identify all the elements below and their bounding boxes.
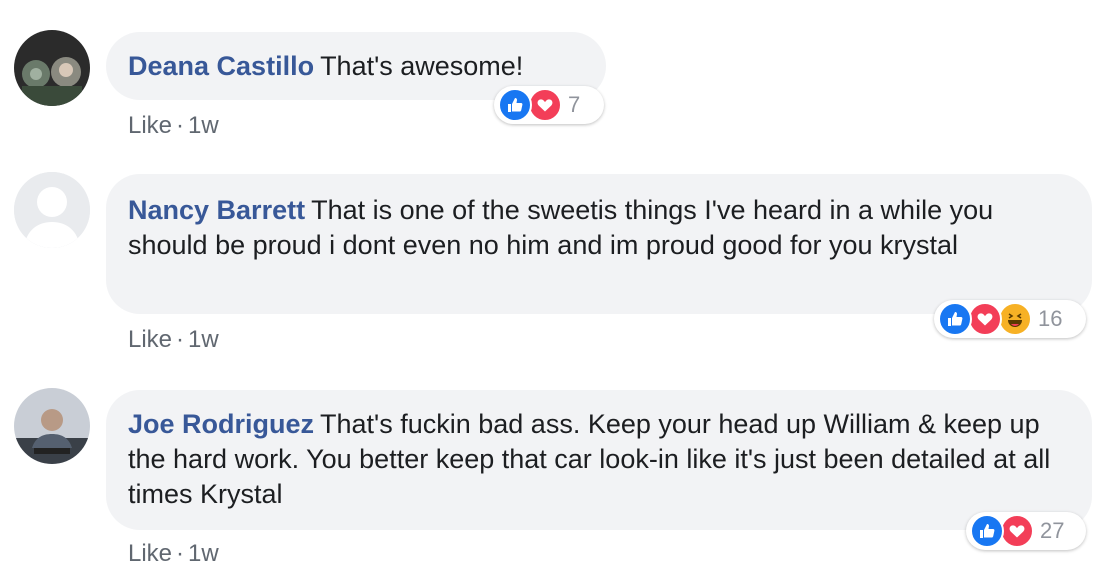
timestamp[interactable]: 1w (188, 326, 219, 353)
love-icon (968, 302, 1002, 336)
reaction-count: 27 (1040, 518, 1065, 543)
reaction-count: 16 (1038, 306, 1063, 331)
love-icon (1000, 514, 1034, 548)
comment-bubble: Nancy Barrett That is one of the sweetis … (106, 174, 1092, 314)
author-name[interactable]: Deana Castillo (128, 51, 314, 81)
like-link[interactable]: Like (128, 540, 172, 567)
author-name[interactable]: Joe Rodriguez (128, 409, 314, 439)
separator: · (176, 326, 185, 353)
comment-meta: Like · 1w (128, 326, 219, 354)
comment-meta: Like · 1w (128, 112, 219, 140)
comment-text: That's awesome! (320, 51, 524, 81)
avatar[interactable] (14, 30, 90, 106)
avatar[interactable] (14, 172, 90, 248)
haha-icon (998, 302, 1032, 336)
like-icon (938, 302, 972, 336)
avatar[interactable] (14, 388, 90, 464)
comment-meta: Like · 1w (128, 540, 219, 568)
love-icon (528, 88, 562, 122)
comment-bubble: Joe Rodriguez That's fuckin bad ass. Keep… (106, 390, 1092, 530)
reactions-summary[interactable]: 7 (494, 86, 604, 124)
like-icon (970, 514, 1004, 548)
separator: · (176, 540, 185, 567)
reaction-count: 7 (568, 92, 581, 117)
separator: · (176, 112, 185, 139)
author-name[interactable]: Nancy Barrett (128, 195, 305, 225)
like-link[interactable]: Like (128, 326, 172, 353)
timestamp[interactable]: 1w (188, 540, 219, 567)
like-icon (498, 88, 532, 122)
reactions-summary[interactable]: 27 (966, 512, 1086, 550)
timestamp[interactable]: 1w (188, 112, 219, 139)
like-link[interactable]: Like (128, 112, 172, 139)
reactions-summary[interactable]: 16 (934, 300, 1086, 338)
